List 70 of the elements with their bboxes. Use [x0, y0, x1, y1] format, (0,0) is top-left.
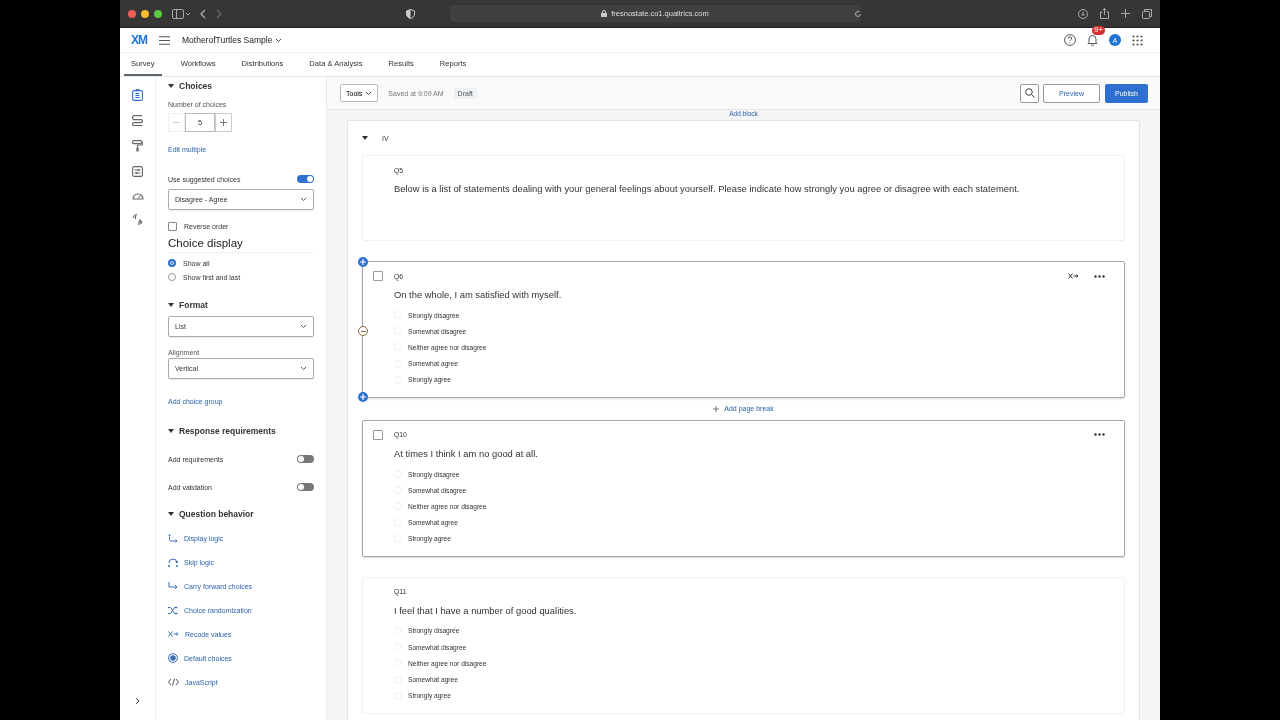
question-text: I feel that I have a number of good qualities.	[394, 604, 578, 616]
clipboard-icon[interactable]	[132, 89, 143, 101]
back-icon[interactable]	[200, 8, 206, 19]
branch-icon	[168, 533, 178, 543]
add-icon[interactable]	[358, 391, 368, 402]
chevron-icon[interactable]	[135, 697, 140, 705]
carry-forward-icon	[168, 582, 178, 590]
skip-icon	[168, 557, 178, 567]
bell-icon[interactable]	[1087, 34, 1098, 46]
collapse-icon[interactable]	[358, 326, 368, 336]
question-text: At times I think I am no good at all.	[394, 447, 539, 459]
sliders-icon[interactable]	[132, 166, 143, 177]
reload-icon[interactable]	[854, 9, 862, 18]
chevron-icon	[300, 197, 307, 202]
stack-icon[interactable]	[132, 115, 143, 126]
search-button[interactable]	[1020, 83, 1039, 103]
toggle-switch[interactable]	[297, 455, 314, 463]
section-header[interactable]: Response requirements	[168, 426, 314, 436]
gauge-icon[interactable]	[131, 191, 144, 200]
section-title: Format	[179, 300, 208, 310]
subsection-heading: Choice display	[168, 237, 314, 253]
section-title: Question behavior	[179, 509, 254, 519]
toggle-switch[interactable]	[297, 175, 314, 183]
section-header[interactable]: Format	[168, 300, 314, 310]
recode-icon	[168, 631, 179, 637]
more-icon[interactable]	[1094, 274, 1105, 278]
radio-button[interactable]	[168, 259, 176, 267]
caret-icon[interactable]	[362, 136, 368, 140]
increment-button[interactable]	[215, 113, 232, 132]
search-icon	[1024, 88, 1035, 98]
minus-icon	[173, 122, 180, 123]
plus-icon	[713, 405, 720, 412]
recode-icon[interactable]	[1068, 273, 1079, 279]
checkbox[interactable]	[373, 429, 383, 440]
question-text: On the whole, I am satisfied with myself.	[394, 289, 563, 300]
close-light[interactable]	[128, 9, 136, 18]
add-icon[interactable]	[358, 257, 368, 267]
paint-roller-icon[interactable]	[132, 140, 143, 152]
checkbox[interactable]	[168, 222, 177, 231]
sidebar-icon[interactable]	[172, 8, 190, 19]
lock-icon	[601, 10, 608, 17]
radio-icon	[168, 653, 178, 663]
download-icon[interactable]	[1078, 8, 1088, 19]
section-title: Choices	[179, 81, 213, 91]
shuffle-icon	[168, 605, 178, 615]
chevron-icon	[300, 366, 307, 371]
logo[interactable]: XM	[131, 33, 147, 47]
tabs-overview-icon[interactable]	[1142, 8, 1152, 19]
chevron-icon	[300, 324, 307, 329]
section-header[interactable]: Question behavior	[168, 509, 314, 519]
share-icon[interactable]	[1100, 8, 1109, 19]
chevron-icon	[365, 90, 373, 96]
checkbox[interactable]	[373, 271, 383, 281]
toggle-switch[interactable]	[297, 483, 314, 491]
minimize-light[interactable]	[141, 9, 149, 18]
apps-grid-icon[interactable]	[1132, 34, 1143, 46]
help-icon[interactable]	[1064, 34, 1076, 46]
more-icon[interactable]	[1094, 433, 1105, 437]
new-tab-icon[interactable]	[1121, 9, 1130, 18]
section-header[interactable]: Choices	[168, 81, 314, 91]
notification-badge: 9+	[1092, 26, 1106, 35]
plus-icon	[220, 119, 227, 126]
chevron-icon	[275, 37, 283, 43]
project-selector[interactable]: MotherofTurtles Sample	[182, 35, 283, 45]
question-text: Below is a list of statements dealing with your general feelings about yourself. Please indicate how strongly you agree or disagree with each statement.	[394, 183, 1021, 194]
zoom-light[interactable]	[154, 9, 162, 18]
section-title: Response requirements	[179, 426, 276, 436]
shield-icon[interactable]	[406, 8, 415, 19]
code-icon	[168, 678, 179, 686]
menu-icon[interactable]	[159, 35, 170, 45]
